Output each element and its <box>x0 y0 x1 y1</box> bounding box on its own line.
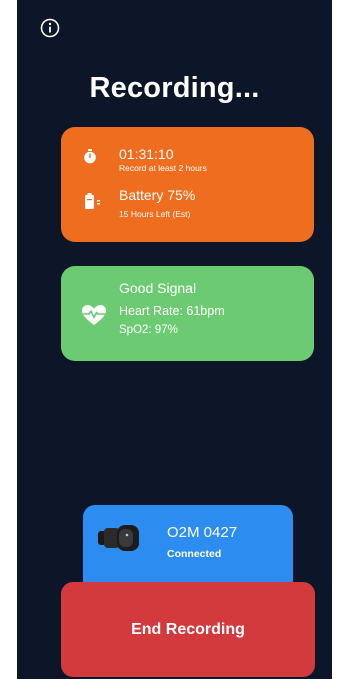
session-card: 01:31:10 Record at least 2 hours Battery… <box>61 127 314 242</box>
elapsed-hint: Record at least 2 hours <box>119 163 207 173</box>
spo2-value: SpO2: 97% <box>119 324 178 336</box>
heart-pulse-icon <box>82 305 106 325</box>
page-title: Recording... <box>89 72 260 104</box>
elapsed-time: 01:31:10 <box>119 146 174 162</box>
battery-level: Battery 75% <box>119 187 196 203</box>
device-name: O2M 0427 <box>167 524 238 541</box>
battery-icon <box>85 193 100 209</box>
ring-sensor-icon <box>98 525 139 551</box>
signal-card: Good Signal Heart Rate: 61bpm SpO2: 97% <box>61 266 314 361</box>
recording-screen: Recording... 01:31:10 Record at least 2 … <box>17 0 332 679</box>
info-button[interactable] <box>38 16 62 40</box>
battery-hint: 15 Hours Left (Est) <box>119 209 191 219</box>
info-circle-icon <box>40 18 60 38</box>
heart-rate: Heart Rate: 61bpm <box>119 304 225 318</box>
device-status: Connected <box>167 548 222 560</box>
signal-status: Good Signal <box>119 280 197 296</box>
end-recording-button[interactable]: End Recording <box>61 582 315 677</box>
stopwatch-icon <box>84 149 96 164</box>
